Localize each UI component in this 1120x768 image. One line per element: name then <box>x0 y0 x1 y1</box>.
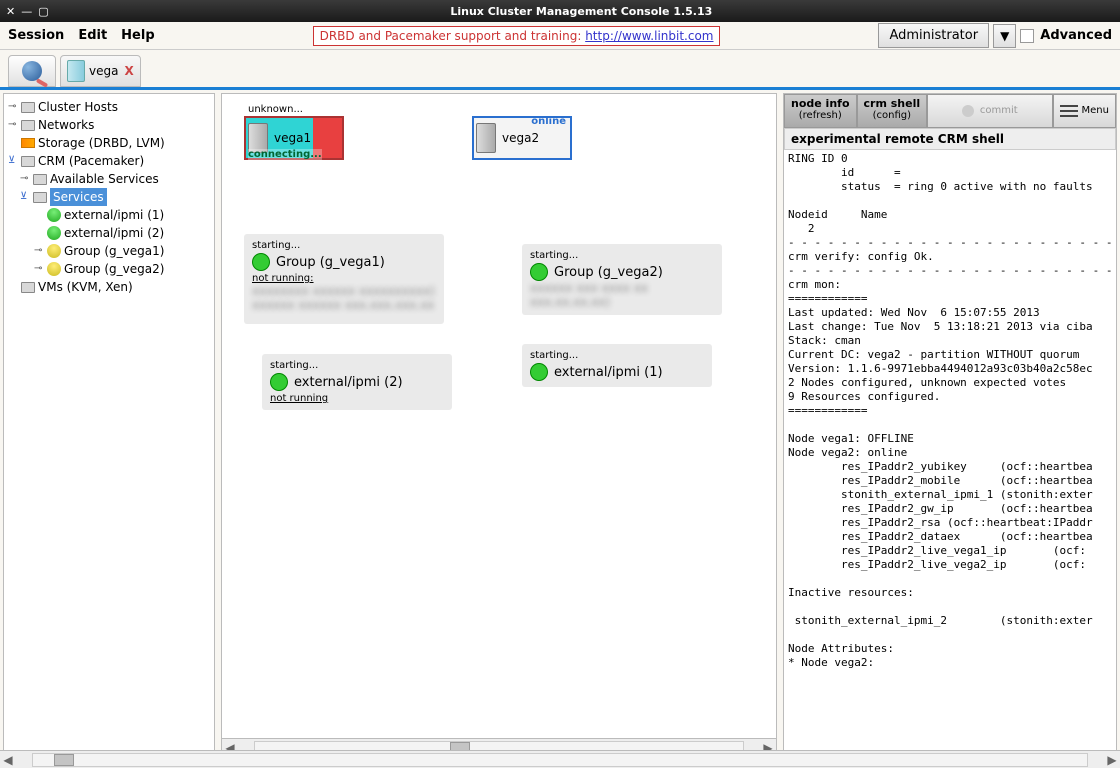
resource-running-icon <box>47 208 61 222</box>
resource-label: Group (g_vega1) <box>276 255 385 270</box>
admin-dropdown-caret[interactable]: ▼ <box>993 24 1016 48</box>
shell-pane: node info(refresh) crm shell(config) com… <box>783 93 1117 757</box>
resource-label: external/ipmi (2) <box>294 375 403 390</box>
tree-networks[interactable]: ⊸Networks <box>6 116 212 134</box>
folder-icon <box>21 156 35 167</box>
resource-running-icon <box>47 226 61 240</box>
menu-edit[interactable]: Edit <box>78 28 107 43</box>
resource-status: starting... <box>530 250 714 261</box>
resource-ipmi-2[interactable]: starting... external/ipmi (2) not runnin… <box>262 354 452 410</box>
resource-status: starting... <box>252 240 436 251</box>
advanced-checkbox[interactable] <box>1020 29 1034 43</box>
window-titlebar: ✕ — ▢ Linux Cluster Management Console 1… <box>0 0 1120 22</box>
tab-overview[interactable] <box>8 55 56 87</box>
node-info-button[interactable]: node info(refresh) <box>784 94 857 128</box>
support-link[interactable]: http://www.linbit.com <box>585 29 713 43</box>
menubar: Session Edit Help DRBD and Pacemaker sup… <box>0 22 1120 50</box>
canvas-pane: unknown... vega1 connecting... online ve… <box>221 93 777 757</box>
resource-running-icon <box>270 373 288 391</box>
folder-icon <box>33 192 47 203</box>
host-vega2[interactable]: online vega2 <box>472 116 572 160</box>
support-banner: DRBD and Pacemaker support and training:… <box>313 26 721 46</box>
resource-group-icon <box>47 262 61 276</box>
hamburger-icon <box>1060 102 1078 120</box>
horizontal-scrollbar[interactable]: ◀ ▶ <box>783 750 1117 757</box>
resource-label: external/ipmi (1) <box>554 365 663 380</box>
resource-running-icon <box>530 363 548 381</box>
host-label: vega2 <box>502 131 539 145</box>
admin-dropdown[interactable]: Administrator <box>878 23 989 48</box>
host-status: connecting... <box>248 149 322 160</box>
host-status: online <box>531 116 566 127</box>
tree-storage[interactable]: Storage (DRBD, LVM) <box>6 134 212 152</box>
redacted-text: xxxxxxxx xxxxxx xxxxxxxxxx) <box>252 284 436 298</box>
resource-group-icon <box>47 244 61 258</box>
shell-title: experimental remote CRM shell <box>784 128 1116 150</box>
close-icon[interactable]: ✕ <box>6 5 15 18</box>
folder-icon <box>33 174 47 185</box>
tree-group-2[interactable]: ⊸Group (g_vega2) <box>6 260 212 278</box>
tree-ipmi-2[interactable]: external/ipmi (2) <box>6 224 212 242</box>
tree-cluster-hosts[interactable]: ⊸Cluster Hosts <box>6 98 212 116</box>
minimize-icon[interactable]: — <box>21 5 32 18</box>
resource-running-icon <box>252 253 270 271</box>
resource-status: starting... <box>530 350 704 361</box>
tree-pane: ⊸Cluster Hosts ⊸Networks Storage (DRBD, … <box>3 93 215 757</box>
resource-label: Group (g_vega2) <box>554 265 663 280</box>
crm-shell-button[interactable]: crm shell(config) <box>857 94 928 128</box>
folder-icon <box>21 120 35 131</box>
host-vega1[interactable]: unknown... vega1 connecting... <box>244 116 344 160</box>
server-icon <box>67 60 85 82</box>
host-status: unknown... <box>248 104 303 115</box>
storage-icon <box>21 138 35 148</box>
commit-indicator-icon <box>962 105 974 117</box>
redacted-text: xxxxxx xxxxxx xxx.xxx.xxx.xx <box>252 298 436 312</box>
tab-close-icon[interactable]: X <box>124 64 133 78</box>
tree-crm[interactable]: ⊻CRM (Pacemaker) <box>6 152 212 170</box>
tree-ipmi-1[interactable]: external/ipmi (1) <box>6 206 212 224</box>
host-label: vega1 <box>274 131 311 145</box>
maximize-icon[interactable]: ▢ <box>38 5 48 18</box>
tree-group-1[interactable]: ⊸Group (g_vega1) <box>6 242 212 260</box>
resource-group-vega1[interactable]: starting... Group (g_vega1) not running:… <box>244 234 444 324</box>
resource-status: not running: <box>252 273 436 284</box>
tree-vms[interactable]: VMs (KVM, Xen) <box>6 278 212 296</box>
redacted-text: xxxxxx xxx xxxx xx xxx.xx.xx.xx) <box>530 281 714 309</box>
server-icon <box>476 123 496 153</box>
tabs-row: vega X <box>0 50 1120 90</box>
menu-help[interactable]: Help <box>121 28 154 43</box>
tab-vega[interactable]: vega X <box>60 55 141 87</box>
folder-icon <box>21 102 35 113</box>
resource-status: starting... <box>270 360 444 371</box>
window-title: Linux Cluster Management Console 1.5.13 <box>49 5 1114 18</box>
resource-running-icon <box>530 263 548 281</box>
advanced-label: Advanced <box>1040 28 1112 43</box>
tree-available-services[interactable]: ⊸Available Services <box>6 170 212 188</box>
tree-services[interactable]: ⊻Services <box>6 188 212 206</box>
shell-toolbar: node info(refresh) crm shell(config) com… <box>784 94 1116 128</box>
menu-button[interactable]: Menu <box>1053 94 1116 128</box>
resource-group-vega2[interactable]: starting... Group (g_vega2) xxxxxx xxx x… <box>522 244 722 315</box>
folder-icon <box>21 282 35 293</box>
menu-session[interactable]: Session <box>8 28 64 43</box>
resource-ipmi-1[interactable]: starting... external/ipmi (1) <box>522 344 712 387</box>
resource-status: not running <box>270 393 444 404</box>
scroll-right-icon[interactable]: ▶ <box>1104 753 1117 758</box>
globe-icon <box>22 61 42 81</box>
shell-output[interactable]: RING ID 0 id = status = ring 0 active wi… <box>784 150 1116 756</box>
commit-button[interactable]: commit <box>927 94 1052 128</box>
